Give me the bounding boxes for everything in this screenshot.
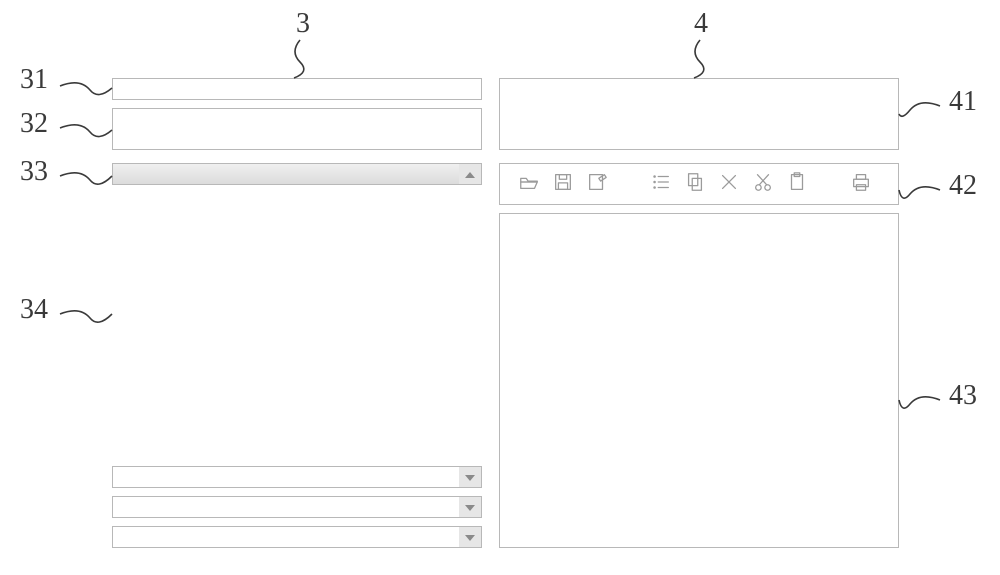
chevron-up-icon <box>465 172 475 178</box>
panel-34 <box>112 185 482 463</box>
ref-label-4: 4 <box>694 8 708 40</box>
ref-label-34: 34 <box>20 294 48 326</box>
dropdown-button[interactable] <box>459 497 481 517</box>
dropdown-bottom-1[interactable] <box>112 466 482 488</box>
print-icon[interactable] <box>850 171 872 198</box>
dropdown-body <box>113 527 459 547</box>
dropdown-bottom-2[interactable] <box>112 496 482 518</box>
chevron-down-icon <box>465 505 475 511</box>
panel-32 <box>112 108 482 150</box>
edit-icon[interactable] <box>586 171 608 198</box>
dropdown-body <box>113 164 459 184</box>
ref-label-32: 32 <box>20 108 48 140</box>
panel-31 <box>112 78 482 100</box>
cut-icon[interactable] <box>752 171 774 198</box>
ref-label-43: 43 <box>949 380 977 412</box>
delete-icon[interactable] <box>718 171 740 198</box>
dropdown-33[interactable] <box>112 163 482 185</box>
ref-label-31: 31 <box>20 64 48 96</box>
dropdown-body <box>113 467 459 487</box>
dropdown-button[interactable] <box>459 164 481 184</box>
copy-icon[interactable] <box>684 171 706 198</box>
ref-label-3: 3 <box>296 8 310 40</box>
ref-label-41: 41 <box>949 86 977 118</box>
ref-label-33: 33 <box>20 156 48 188</box>
dropdown-button[interactable] <box>459 527 481 547</box>
diagram-canvas: 3 4 31 32 33 34 41 42 43 <box>0 0 1000 575</box>
panel-43 <box>499 213 899 548</box>
open-folder-icon[interactable] <box>518 171 540 198</box>
panel-41 <box>499 78 899 150</box>
dropdown-button[interactable] <box>459 467 481 487</box>
dropdown-body <box>113 497 459 517</box>
ref-label-42: 42 <box>949 170 977 202</box>
dropdown-bottom-3[interactable] <box>112 526 482 548</box>
toolbar-42 <box>499 163 899 205</box>
paste-icon[interactable] <box>786 171 808 198</box>
save-icon[interactable] <box>552 171 574 198</box>
list-icon[interactable] <box>650 171 672 198</box>
chevron-down-icon <box>465 475 475 481</box>
chevron-down-icon <box>465 535 475 541</box>
